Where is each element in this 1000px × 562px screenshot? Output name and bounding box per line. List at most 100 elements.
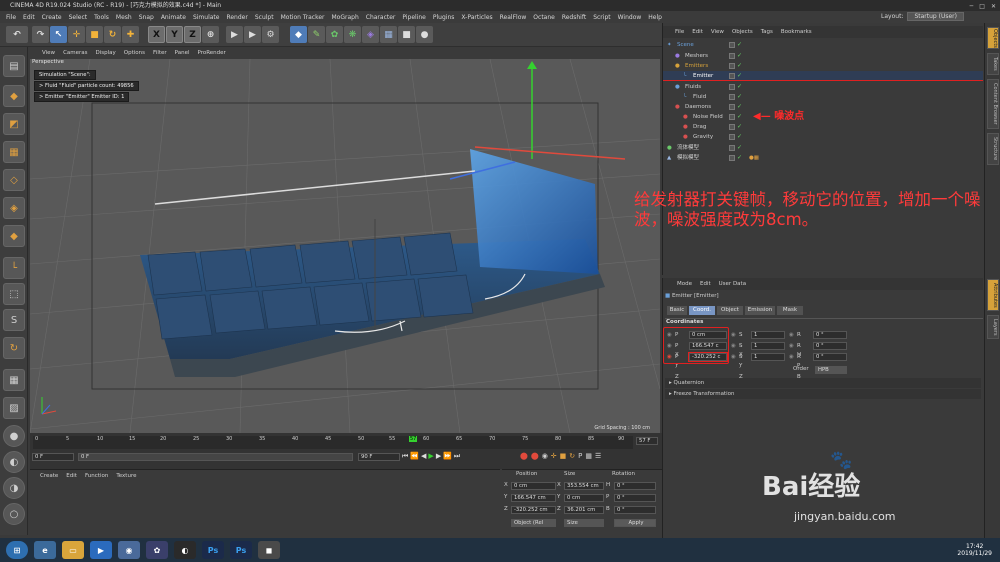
snapping-icon[interactable]: S — [3, 309, 25, 331]
light-icon[interactable]: ● — [416, 26, 433, 43]
rotation-b-field[interactable]: 0 ° — [813, 353, 847, 361]
workplane-icon[interactable]: ▦ — [3, 141, 25, 163]
enable-check-icon[interactable]: ✓ — [737, 124, 743, 130]
undo-icon[interactable]: ↶ — [6, 26, 28, 43]
coord-mode-dropdown[interactable]: Object (Rel — [511, 519, 556, 527]
record-icon[interactable]: ⬤ — [520, 452, 528, 460]
menu-item[interactable]: Tools — [94, 14, 109, 21]
key-position-icon[interactable]: ✛ — [551, 452, 557, 460]
explorer-icon[interactable]: ▭ — [62, 541, 84, 559]
points-mode-icon[interactable]: ◇ — [3, 169, 25, 191]
om-menu-item[interactable]: Objects — [732, 29, 753, 35]
visibility-toggle[interactable] — [729, 53, 735, 59]
array-icon[interactable]: ❋ — [344, 26, 361, 43]
cinema4d-icon[interactable]: ◐ — [174, 541, 196, 559]
am-menu-item[interactable]: Mode — [677, 281, 692, 287]
cm-rotation-p[interactable]: 0 ° — [614, 494, 656, 502]
object-row-noise-field[interactable]: ● Noise Field ✓ — [663, 112, 983, 122]
viewport-menu-item[interactable]: Cameras — [63, 50, 87, 56]
select-tool-icon[interactable]: ↖ — [50, 26, 67, 43]
tab-takes[interactable]: Takes — [987, 53, 999, 75]
tweak-mode-icon[interactable]: ⬚ — [3, 283, 25, 305]
texture-mode-icon[interactable]: ◩ — [3, 113, 25, 135]
system-clock[interactable]: 17:42 2019/11/29 — [957, 543, 992, 557]
timeline-menu-icon[interactable]: ☰ — [595, 452, 601, 460]
enable-check-icon[interactable]: ✓ — [737, 73, 743, 79]
menu-item[interactable]: Mesh — [116, 14, 132, 21]
chrome-icon[interactable]: ◉ — [118, 541, 140, 559]
tab-objects[interactable]: Objects — [987, 27, 999, 49]
tab-basic[interactable]: Basic — [667, 306, 687, 315]
render-picture-viewer-icon[interactable]: ▶ — [244, 26, 261, 43]
pen-spline-icon[interactable]: ✎ — [308, 26, 325, 43]
player-icon[interactable]: ▶ — [90, 541, 112, 559]
object-row-emitter[interactable]: └ Emitter ✓ — [663, 71, 983, 81]
om-menu-item[interactable]: Edit — [692, 29, 703, 35]
visibility-toggle[interactable] — [729, 145, 735, 151]
object-row-meshers[interactable]: ● Meshers ✓ — [663, 51, 983, 61]
material-sphere-icon[interactable]: ◐ — [3, 451, 25, 473]
preview-range-slider[interactable]: 0 F — [78, 453, 353, 461]
object-row-daemons[interactable]: ● Daemons ✓ — [663, 102, 983, 112]
polygons-mode-icon[interactable]: ◆ — [3, 225, 25, 247]
next-frame-icon[interactable]: ▶ — [436, 452, 441, 461]
visibility-toggle[interactable] — [729, 124, 735, 130]
prev-frame-icon[interactable]: ◀ — [421, 452, 426, 461]
mat-menu-item[interactable]: Create — [40, 473, 58, 479]
rotation-p-field[interactable]: 0 ° — [813, 342, 847, 350]
world-coordinates-icon[interactable]: ⊕ — [202, 26, 219, 43]
cm-rotation-h[interactable]: 0 ° — [614, 482, 656, 490]
mat-menu-item[interactable]: Texture — [116, 473, 136, 479]
viewport-menu-item[interactable]: Filter — [153, 50, 167, 56]
menu-item[interactable]: Animate — [161, 14, 186, 21]
play-icon[interactable]: ▶ — [428, 452, 433, 461]
freeze-section[interactable]: ▸ Freeze Transformation — [665, 389, 981, 399]
deformer-icon[interactable]: ◈ — [362, 26, 379, 43]
start-frame-field[interactable]: 0 F — [32, 453, 74, 461]
viewport-menu-item[interactable]: Display — [96, 50, 116, 56]
keyframe-dot-icon[interactable]: ◉ — [731, 341, 736, 351]
enable-check-icon[interactable]: ✓ — [737, 42, 743, 48]
cm-rotation-b[interactable]: 0 ° — [614, 506, 656, 514]
tab-coord[interactable]: Coord. — [689, 306, 715, 315]
subdivision-icon[interactable]: ✿ — [326, 26, 343, 43]
edges-mode-icon[interactable]: ◈ — [3, 197, 25, 219]
photoshop-icon[interactable]: Ps — [202, 541, 224, 559]
sphere-icon[interactable]: ● — [3, 425, 25, 447]
menu-item[interactable]: Window — [618, 14, 642, 21]
am-menu-item[interactable]: Edit — [700, 281, 711, 287]
om-menu-item[interactable]: Bookmarks — [781, 29, 812, 35]
x-axis-lock-button[interactable]: X — [148, 26, 165, 43]
floor-icon[interactable]: ▦ — [380, 26, 397, 43]
viewport-menu-item[interactable]: View — [42, 50, 55, 56]
om-menu-item[interactable]: Tags — [761, 29, 773, 35]
apply-button[interactable]: Apply — [614, 519, 656, 527]
visibility-toggle[interactable] — [729, 114, 735, 120]
ie-icon[interactable]: e — [34, 541, 56, 559]
object-row-sim-model[interactable]: ▲ 模拟模型 ✓ ●▦ — [663, 153, 983, 163]
enable-check-icon[interactable]: ✓ — [737, 63, 743, 69]
object-row-drag[interactable]: ● Drag ✓ — [663, 122, 983, 132]
goto-start-icon[interactable]: ⏮ — [402, 452, 408, 461]
z-axis-lock-button[interactable]: Z — [184, 26, 201, 43]
menu-item[interactable]: Snap — [139, 14, 154, 21]
om-menu-item[interactable]: View — [711, 29, 724, 35]
menu-item[interactable]: Edit — [23, 14, 35, 21]
visibility-toggle[interactable] — [729, 73, 735, 79]
make-editable-icon[interactable]: ▤ — [3, 55, 25, 77]
menu-item[interactable]: Sculpt — [255, 14, 274, 21]
timeline-current-marker[interactable]: 57 — [409, 436, 418, 442]
order-dropdown[interactable]: HPB — [815, 366, 847, 374]
menu-item[interactable]: Help — [648, 14, 662, 21]
key-param-icon[interactable]: P — [578, 452, 582, 460]
layout-dropdown[interactable]: Startup (User) — [907, 12, 964, 21]
tab-emission[interactable]: Emission — [745, 306, 775, 315]
tab-attributes[interactable]: Attributes — [987, 279, 999, 311]
axis-mode-icon[interactable]: └ — [3, 257, 25, 279]
shader-sphere-icon[interactable]: ◑ — [3, 477, 25, 499]
visibility-toggle[interactable] — [729, 155, 735, 161]
keyframe-selection-icon[interactable]: ◉ — [542, 452, 548, 460]
menu-item[interactable]: Motion Tracker — [281, 14, 325, 21]
menu-item[interactable]: Simulate — [193, 14, 220, 21]
media-icon[interactable]: ◼ — [258, 541, 280, 559]
